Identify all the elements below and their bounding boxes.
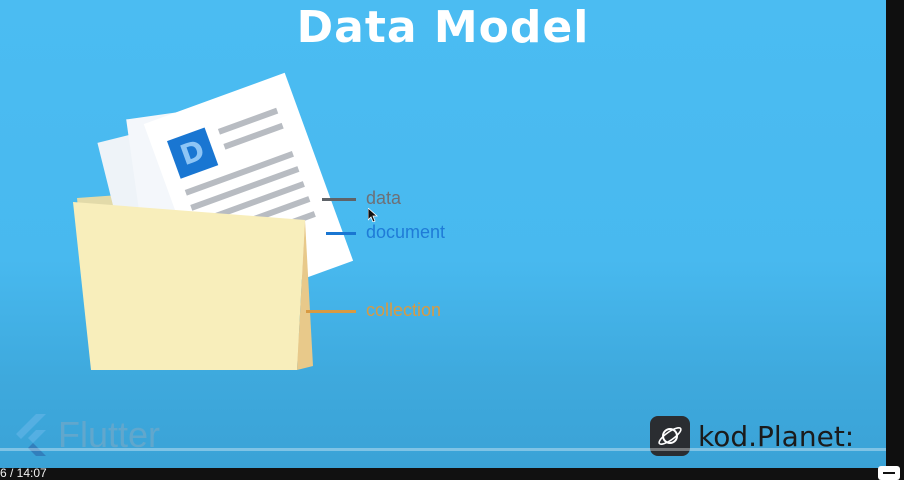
video-progress-bar[interactable] bbox=[0, 448, 886, 451]
flutter-logo-icon bbox=[16, 414, 46, 456]
document-pointer-line bbox=[326, 232, 356, 235]
player-controls bbox=[0, 468, 886, 480]
folder-with-documents-icon: D bbox=[55, 70, 355, 380]
side-panel-edge bbox=[886, 0, 904, 480]
label-collection: collection bbox=[366, 300, 442, 320]
time-display: 6 / 14:07 bbox=[0, 466, 47, 480]
label-data: data bbox=[366, 188, 402, 208]
data-pointer-line bbox=[322, 198, 356, 201]
mouse-cursor-icon bbox=[368, 208, 378, 222]
collection-pointer-line bbox=[306, 310, 356, 313]
fullscreen-icon[interactable] bbox=[878, 466, 900, 480]
video-frame[interactable]: Data Model D data document collection Fl… bbox=[0, 0, 886, 472]
flutter-watermark: Flutter bbox=[10, 412, 160, 458]
slide-title: Data Model bbox=[296, 2, 590, 53]
label-document: document bbox=[366, 222, 446, 242]
